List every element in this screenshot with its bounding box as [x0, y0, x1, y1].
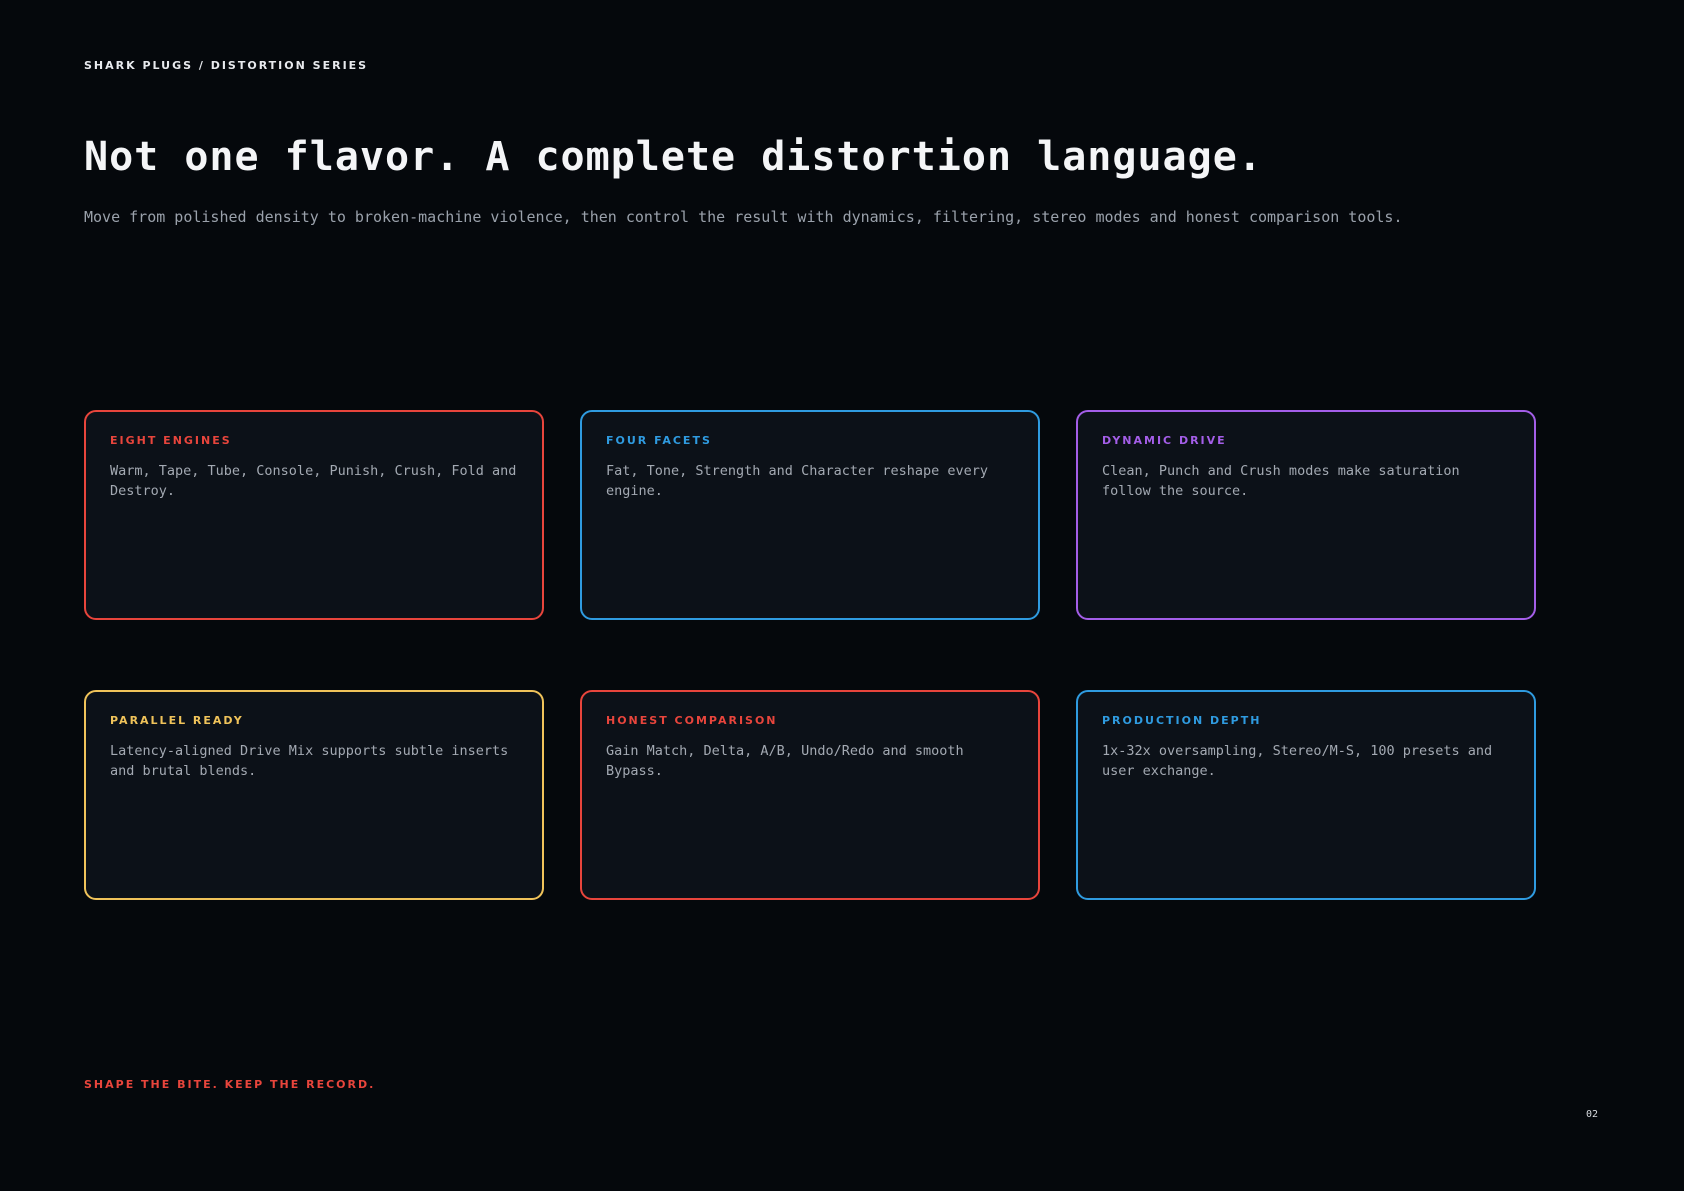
card-description: Latency-aligned Drive Mix supports subtl…: [110, 743, 509, 779]
feature-card-production-depth: PRODUCTION DEPTH 1x-32x oversampling, St…: [1076, 690, 1536, 900]
feature-card-eight-engines: EIGHT ENGINES Warm, Tape, Tube, Console,…: [84, 410, 544, 620]
card-title: HONEST COMPARISON: [606, 714, 778, 727]
card-title: PRODUCTION DEPTH: [1102, 714, 1262, 727]
card-title: EIGHT ENGINES: [110, 434, 232, 447]
feature-card-parallel-ready: PARALLEL READY Latency-aligned Drive Mix…: [84, 690, 544, 900]
card-title: DYNAMIC DRIVE: [1102, 434, 1227, 447]
page-title: Not one flavor. A complete distortion la…: [84, 134, 1263, 180]
feature-card-dynamic-drive: DYNAMIC DRIVE Clean, Punch and Crush mod…: [1076, 410, 1536, 620]
page-subtitle: Move from polished density to broken-mac…: [84, 208, 1403, 226]
page-number: 02: [1586, 1109, 1599, 1120]
card-description: Fat, Tone, Strength and Character reshap…: [606, 463, 989, 499]
series-eyebrow: SHARK PLUGS / DISTORTION SERIES: [84, 59, 369, 72]
card-description: Gain Match, Delta, A/B, Undo/Redo and sm…: [606, 743, 964, 779]
card-title: PARALLEL READY: [110, 714, 244, 727]
feature-card-honest-comparison: HONEST COMPARISON Gain Match, Delta, A/B…: [580, 690, 1040, 900]
card-description: Clean, Punch and Crush modes make satura…: [1102, 463, 1460, 499]
card-description: 1x-32x oversampling, Stereo/M-S, 100 pre…: [1102, 743, 1493, 779]
feature-grid: EIGHT ENGINES Warm, Tape, Tube, Console,…: [84, 410, 1536, 900]
card-description: Warm, Tape, Tube, Console, Punish, Crush…: [110, 463, 517, 499]
feature-card-four-facets: FOUR FACETS Fat, Tone, Strength and Char…: [580, 410, 1040, 620]
footer-tagline: SHAPE THE BITE. KEEP THE RECORD.: [84, 1078, 376, 1091]
card-title: FOUR FACETS: [606, 434, 712, 447]
